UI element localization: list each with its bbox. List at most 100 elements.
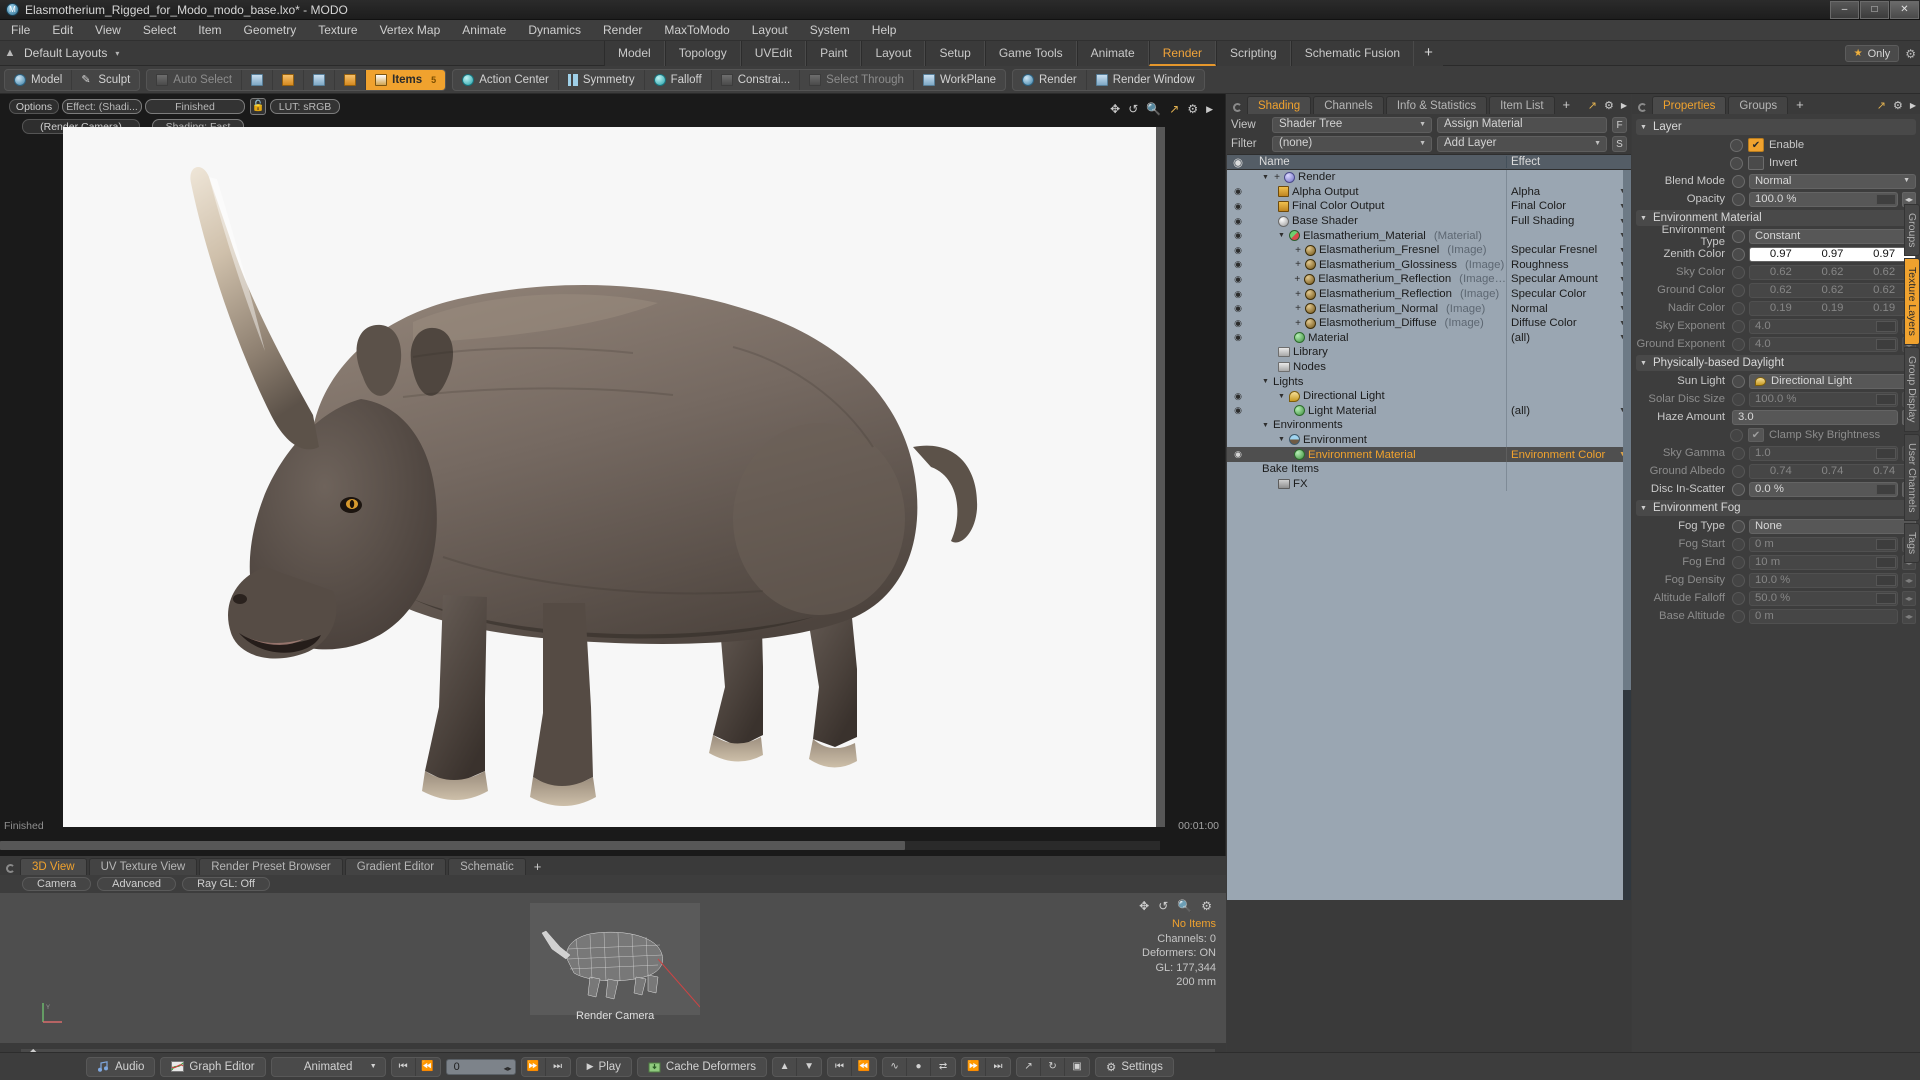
slider-handle[interactable] [1876,320,1896,332]
vertical-tab-user-channels[interactable]: User Channels [1904,433,1920,522]
property-field-environment-type[interactable]: Constant▼ [1749,228,1916,244]
property-field-nadir-color[interactable]: 0.19 0.19 0.19 [1749,300,1916,316]
section-collapse-icon[interactable]: ▼ [1640,360,1648,367]
channel-knob-icon[interactable] [1732,591,1745,605]
cache-deformers-button[interactable]: Cache Deformers [636,1056,768,1077]
property-field-opacity[interactable]: 100.0 % [1749,191,1898,207]
slider-handle[interactable] [1876,556,1896,568]
tree-expand-triangle-icon[interactable]: ▼ [1262,378,1270,385]
tree-expand-triangle-icon[interactable]: ▼ [1278,232,1286,239]
vertical-tab-groups[interactable]: Groups [1904,204,1920,257]
only-button[interactable]: ★ Only [1844,45,1900,62]
tree-expand-triangle-icon[interactable]: ▼ [1278,436,1286,443]
options-button[interactable]: Options [9,99,59,114]
checkbox-invert[interactable] [1748,156,1764,170]
shader-tree-row[interactable]: FX [1227,476,1631,492]
channel-knob-icon[interactable] [1732,392,1745,406]
visibility-eye-icon[interactable]: ◉ [1227,245,1249,256]
mode-model-button[interactable]: Model [5,69,73,90]
lut-button[interactable]: LUT: sRGB [270,99,340,114]
auto-select-button[interactable]: Auto Select [147,69,243,90]
shader-tree-row[interactable]: ◉ + Elasmatherium_Glossiness (Image) Roughne… [1227,257,1631,273]
go-to-start-button[interactable]: ⏮ [392,1057,416,1076]
shading-tab-item-list[interactable]: Item List [1489,96,1555,114]
layout-tab-layout[interactable]: Layout [861,41,926,66]
panel-menu-icon[interactable] [1638,103,1647,112]
channel-knob-icon[interactable] [1732,192,1745,206]
slider-handle[interactable] [1876,538,1896,550]
region-icon[interactable]: ▣ [1065,1058,1089,1076]
menu-item-item[interactable]: Item [187,20,232,41]
property-field-ground-albedo[interactable]: 0.74 0.74 0.74 [1749,463,1916,479]
checkbox-clamp-sky-brightness[interactable]: ✔ [1748,428,1764,442]
bottom-tab-schematic[interactable]: Schematic [448,858,526,875]
shader-tree-effect-dropdown[interactable] [1506,461,1631,477]
assign-material-button[interactable]: F [1612,116,1627,133]
section-collapse-icon[interactable]: ▼ [1640,215,1648,222]
property-field-ground-exponent[interactable]: 4.0 [1749,336,1898,352]
property-field-base-altitude[interactable]: 0 m [1749,608,1898,624]
play-button[interactable]: ▶ Play [575,1056,632,1077]
constraint-button[interactable]: Constrai... [712,69,801,90]
vertical-tab-group-display[interactable]: Group Display [1904,347,1920,432]
bottom-tab-render-preset-browser[interactable]: Render Preset Browser [199,858,343,875]
shader-tree-effect-dropdown[interactable]: Roughness▼ [1506,257,1631,273]
shader-tree-row[interactable]: ◉ ▼ Elasmatherium_Material (Material) ▼ [1227,228,1631,243]
slider-handle[interactable] [1876,483,1896,495]
properties-tab-groups[interactable]: Groups [1728,96,1789,114]
layout-tab-paint[interactable]: Paint [806,41,862,66]
slider-handle[interactable] [1876,574,1896,586]
lock-icon[interactable]: 🔓 [250,98,266,115]
visibility-eye-icon[interactable]: ◉ [1227,318,1249,329]
viewport-scrollbar-horizontal[interactable] [0,841,1160,850]
channel-knob-icon[interactable] [1732,301,1745,315]
vertex-mode-button[interactable] [242,69,274,90]
slider-handle[interactable] [1876,447,1896,459]
channel-knob-icon[interactable] [1732,537,1745,551]
effect-button[interactable]: Effect: (Shadi... [62,99,142,114]
shader-tree-scrollbar[interactable] [1623,170,1631,900]
visibility-eye-icon[interactable]: ◉ [1227,303,1249,314]
render-viewport[interactable]: Options Effect: (Shadi... Finished 🔓 LUT… [0,94,1226,856]
play-icon[interactable]: ▶ [1621,101,1627,110]
current-frame-field[interactable]: 0 ◂▸ [445,1058,516,1076]
viewport-scrollbar-vertical[interactable] [1156,127,1165,827]
falloff-button[interactable]: Falloff [645,69,712,90]
vertical-tab-texture-layers[interactable]: Texture Layers [1904,258,1920,346]
menu-item-view[interactable]: View [84,20,132,41]
spinner-icon[interactable]: ◂▸ [504,1061,512,1076]
mode-sculpt-button[interactable]: ✎ Sculpt [72,70,139,90]
properties-section-header[interactable]: ▼ Environment Fog [1636,500,1916,516]
viewport-pill-camera[interactable]: Camera [22,877,92,891]
spinner-icon[interactable]: ◂▸ [1902,608,1916,624]
key-icon[interactable]: ● [907,1057,932,1076]
slider-handle[interactable] [1876,338,1896,350]
menu-item-layout[interactable]: Layout [741,20,799,41]
tree-plus-icon[interactable]: + [1294,318,1302,329]
bottom-tab-gradient-editor[interactable]: Gradient Editor [344,858,447,875]
shader-tree-row[interactable]: ◉ + Elasmatherium_Reflection (Image… Specula… [1227,272,1631,287]
menu-item-render[interactable]: Render [592,20,653,41]
add-layer-dropdown[interactable]: Add Layer ▼ [1437,135,1607,152]
visibility-eye-icon[interactable]: ◉ [1227,274,1249,285]
edge-mode-button[interactable] [273,69,305,90]
settings-button[interactable]: ⚙ Settings [1095,1056,1174,1077]
channel-knob-icon[interactable] [1732,174,1745,188]
menu-item-maxtomodo[interactable]: MaxToModo [653,20,740,41]
channel-knob-icon[interactable] [1732,229,1745,243]
property-field-ground-color[interactable]: 0.62 0.62 0.62 [1749,282,1916,298]
properties-tab-properties[interactable]: Properties [1652,96,1727,114]
audio-button[interactable]: Audio [86,1056,156,1077]
go-to-end-button[interactable]: ⏭ [546,1058,570,1076]
layout-tab-scripting[interactable]: Scripting [1216,41,1291,66]
channel-knob-icon[interactable] [1732,247,1745,261]
close-button[interactable]: ✕ [1890,0,1919,19]
finished-button[interactable]: Finished [145,99,245,114]
shader-tree-row[interactable]: ◉ ▼ Directional Light [1227,388,1631,404]
shading-tab-channels[interactable]: Channels [1313,96,1384,114]
3d-viewport[interactable]: ✥ ↺ 🔍 ⚙ No Items Channels: 0 Deformers: … [0,893,1226,1043]
shader-tree-row[interactable]: ◉ + Elasmotherium_Diffuse (Image) Diffuse Co… [1227,315,1631,331]
move-icon[interactable]: ✥ [1139,899,1149,913]
menu-item-vertex-map[interactable]: Vertex Map [369,20,452,41]
shader-tree-row[interactable]: ▼ + Render [1227,170,1631,185]
